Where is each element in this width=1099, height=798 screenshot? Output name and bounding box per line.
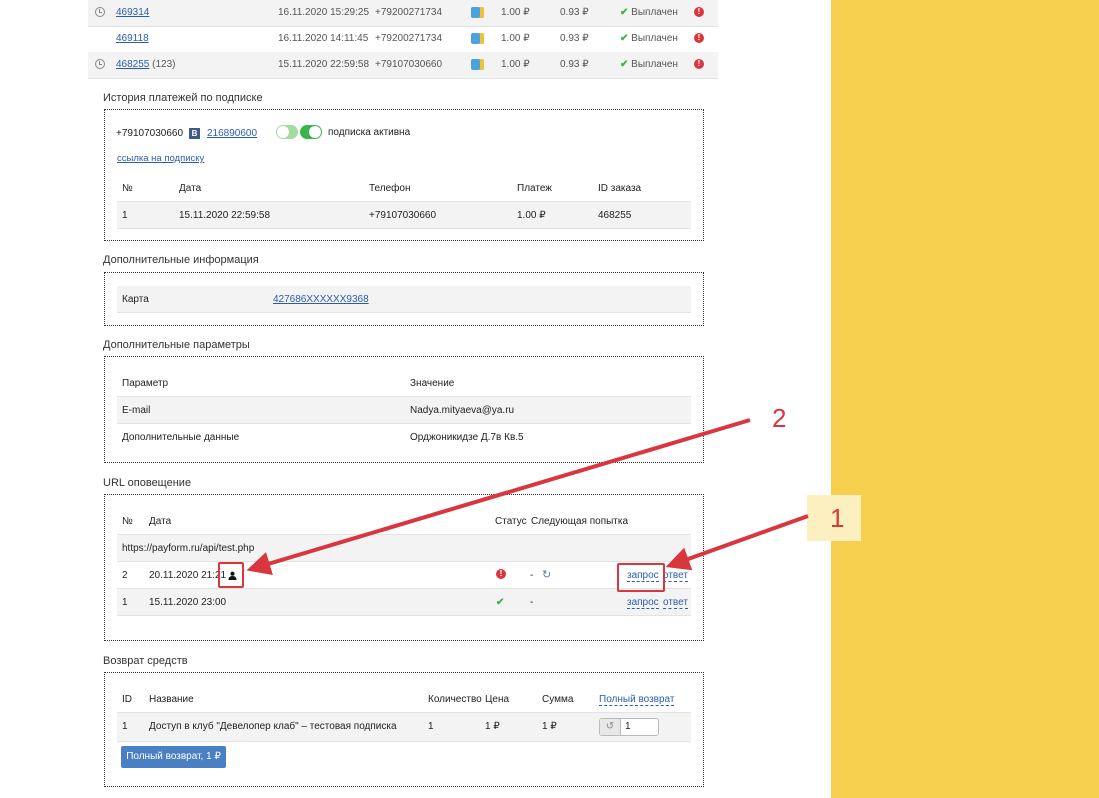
annotation-arrows bbox=[246, 418, 809, 576]
arrow-2 bbox=[246, 418, 751, 576]
arrow-1 bbox=[665, 514, 809, 571]
